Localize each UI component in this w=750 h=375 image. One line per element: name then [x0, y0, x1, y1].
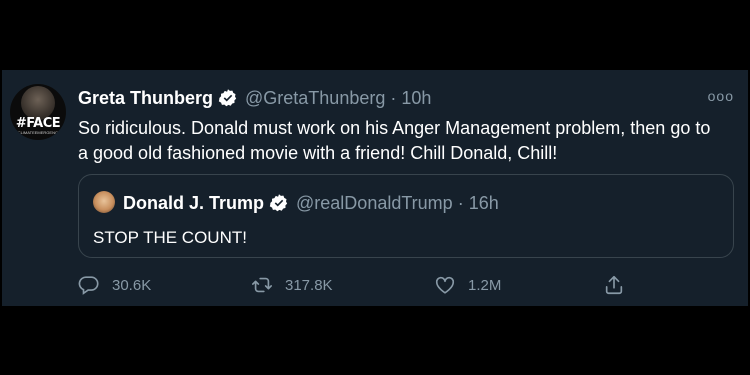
- author-handle[interactable]: @GretaThunberg: [245, 88, 385, 109]
- tweet-time[interactable]: 10h: [401, 88, 431, 109]
- author-avatar[interactable]: #FACE #CLIMATEEMERGENCY: [10, 84, 66, 140]
- tweet-actions: 30.6K 317.8K 1.2M: [78, 274, 638, 300]
- avatar-photo: [21, 86, 55, 120]
- quoted-author-avatar: [93, 191, 115, 213]
- retweet-button[interactable]: 317.8K: [251, 274, 333, 296]
- tweet-header: Greta Thunberg @GretaThunberg · 10h: [78, 86, 431, 110]
- share-icon: [605, 275, 623, 295]
- quoted-tweet-header: Donald J. Trump @realDonaldTrump · 16h: [123, 191, 499, 215]
- verified-badge-icon: [218, 89, 237, 107]
- share-button[interactable]: [603, 274, 637, 296]
- quoted-verified-badge-icon: [269, 194, 288, 212]
- avatar-hashtag-text: #FACE: [15, 116, 61, 131]
- more-options-icon[interactable]: ooo: [708, 88, 734, 104]
- retweet-icon: [252, 277, 272, 293]
- quoted-tweet-text: STOP THE COUNT!: [93, 228, 247, 247]
- quoted-author-handle: @realDonaldTrump: [296, 192, 453, 213]
- dot-separator: ·: [390, 87, 397, 108]
- quoted-tweet-time: 16h: [468, 192, 499, 213]
- tweet-card[interactable]: #FACE #CLIMATEEMERGENCY Greta Thunberg @…: [2, 70, 748, 306]
- quoted-dot-separator: ·: [457, 192, 464, 213]
- tweet-text: So ridiculous. Donald must work on his A…: [78, 118, 711, 163]
- retweet-count: 317.8K: [285, 276, 333, 294]
- heart-icon: [435, 276, 455, 294]
- quoted-author-name: Donald J. Trump: [123, 192, 265, 213]
- author-name[interactable]: Greta Thunberg: [78, 88, 213, 109]
- reply-count: 30.6K: [112, 276, 152, 294]
- like-count: 1.2M: [468, 276, 502, 294]
- quoted-tweet[interactable]: Donald J. Trump @realDonaldTrump · 16h S…: [78, 174, 734, 258]
- reply-icon: [78, 276, 99, 295]
- like-button[interactable]: 1.2M: [434, 274, 501, 296]
- avatar-subtext: #CLIMATEEMERGENCY: [15, 130, 61, 135]
- reply-button[interactable]: 30.6K: [78, 274, 151, 296]
